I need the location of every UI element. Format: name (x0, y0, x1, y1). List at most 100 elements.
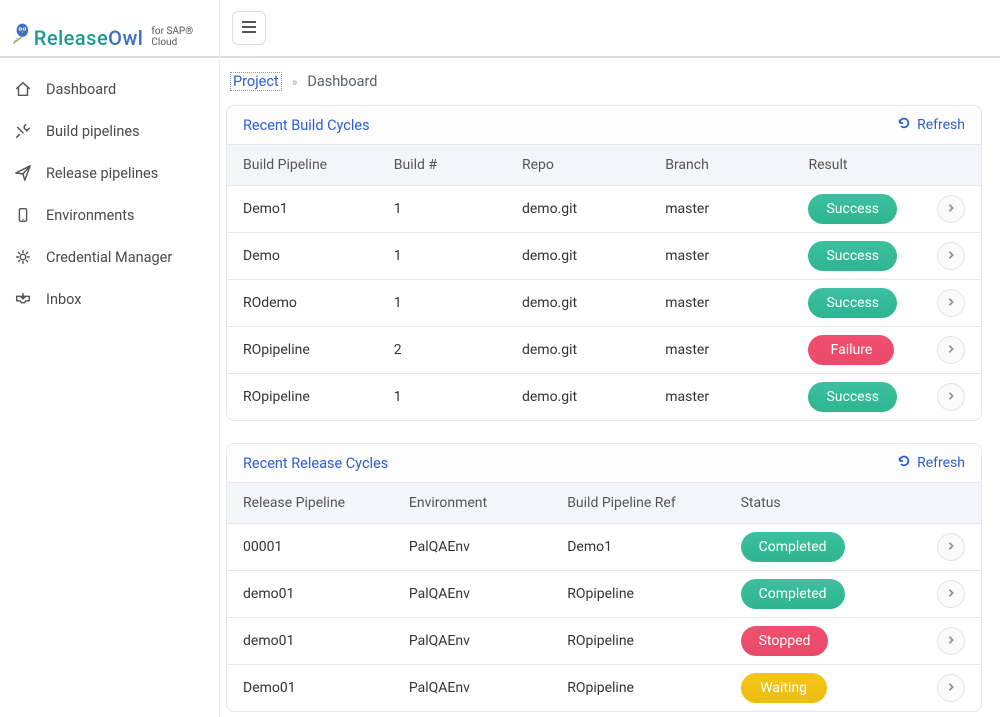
refresh-icon (897, 454, 911, 472)
row-details-button[interactable] (937, 195, 965, 223)
release-status-cell: Completed (725, 571, 921, 618)
build-col-header: Result (792, 145, 920, 186)
release-ref-cell: ROpipeline (551, 665, 724, 712)
breadcrumb-root-link[interactable]: Project (230, 72, 282, 91)
sidebar-item-build-pipelines[interactable]: Build pipelines (0, 110, 219, 152)
release-env-cell: PalQAEnv (393, 618, 551, 665)
build-pipeline-cell: Demo1 (227, 186, 378, 233)
sidebar-item-label: Dashboard (46, 81, 116, 98)
build-pipeline-cell: ROdemo (227, 280, 378, 327)
table-row: 00001PalQAEnvDemo1Completed (227, 524, 981, 571)
release-pipeline-cell: Demo01 (227, 665, 393, 712)
breadcrumb-separator-icon: » (292, 75, 298, 89)
build-repo-cell: demo.git (506, 233, 649, 280)
sidebar-nav: Dashboard Build pipelines Release pipeline… (0, 58, 219, 330)
row-details-button[interactable] (937, 627, 965, 655)
row-details-button[interactable] (937, 674, 965, 702)
panel-recent-builds: Recent Build Cycles Refresh Build Pipeli… (226, 105, 982, 421)
panel-recent-releases: Recent Release Cycles Refresh Release Pi… (226, 443, 982, 712)
table-row: Demo1demo.gitmaster Success (227, 233, 981, 280)
build-branch-cell: master (649, 280, 792, 327)
chevron-right-icon (947, 389, 955, 405)
home-icon (14, 80, 32, 98)
content-area: Project » Dashboard Recent Build Cycles … (220, 58, 1000, 717)
release-status-cell: Stopped (725, 618, 921, 665)
chevron-right-icon (947, 633, 955, 649)
status-badge: Waiting (741, 673, 827, 703)
status-badge: Success (808, 241, 897, 271)
build-repo-cell: demo.git (506, 374, 649, 421)
build-col-header: Repo (506, 145, 649, 186)
row-details-button[interactable] (937, 289, 965, 317)
build-repo-cell: demo.git (506, 280, 649, 327)
owl-icon (10, 22, 30, 50)
build-repo-cell: demo.git (506, 186, 649, 233)
release-pipeline-cell: demo01 (227, 571, 393, 618)
release-env-cell: PalQAEnv (393, 524, 551, 571)
sidebar-item-release-pipelines[interactable]: Release pipelines (0, 152, 219, 194)
device-icon (14, 206, 32, 224)
refresh-builds-button[interactable]: Refresh (897, 116, 965, 134)
build-branch-cell: master (649, 233, 792, 280)
sidebar-item-label: Build pipelines (46, 123, 140, 140)
brand-tagline: for SAP® Cloud (151, 26, 209, 48)
build-branch-cell: master (649, 327, 792, 374)
build-pipeline-cell: ROpipeline (227, 374, 378, 421)
sidebar-item-inbox[interactable]: Inbox (0, 278, 219, 320)
table-row: ROdemo1demo.gitmasterSuccess (227, 280, 981, 327)
build-number-cell: 1 (378, 233, 506, 280)
refresh-releases-button[interactable]: Refresh (897, 454, 965, 472)
panel-title-builds: Recent Build Cycles (243, 117, 370, 134)
table-row: demo01PalQAEnvROpipeline Completed (227, 571, 981, 618)
build-result-cell: Success (792, 374, 920, 421)
chevron-right-icon (947, 295, 955, 311)
sidebar-item-environments[interactable]: Environments (0, 194, 219, 236)
sidebar: ReleaseOwl for SAP® Cloud Dashboard Build… (0, 0, 220, 717)
status-badge: Completed (741, 579, 845, 609)
build-col-header: Branch (649, 145, 792, 186)
row-details-button[interactable] (937, 533, 965, 561)
build-pipeline-cell: Demo (227, 233, 378, 280)
send-icon (14, 164, 32, 182)
release-status-cell: Waiting (725, 665, 921, 712)
status-badge: Success (808, 382, 897, 412)
menu-toggle-button[interactable] (232, 11, 266, 45)
build-col-header: Build # (378, 145, 506, 186)
build-repo-cell: demo.git (506, 327, 649, 374)
row-details-button[interactable] (937, 336, 965, 364)
row-details-button[interactable] (937, 242, 965, 270)
hamburger-icon (241, 20, 257, 37)
status-badge: Failure (808, 335, 894, 365)
release-env-cell: PalQAEnv (393, 571, 551, 618)
release-col-header: Release Pipeline (227, 483, 393, 524)
builds-table: Build PipelineBuild #RepoBranchResult De… (227, 145, 981, 420)
build-branch-cell: master (649, 186, 792, 233)
sidebar-item-credential-manager[interactable]: Credential Manager (0, 236, 219, 278)
release-col-header: Environment (393, 483, 551, 524)
release-env-cell: PalQAEnv (393, 665, 551, 712)
refresh-label: Refresh (917, 455, 965, 471)
release-pipeline-cell: demo01 (227, 618, 393, 665)
refresh-label: Refresh (917, 117, 965, 133)
release-ref-cell: ROpipeline (551, 618, 724, 665)
row-details-button[interactable] (937, 383, 965, 411)
sidebar-item-dashboard[interactable]: Dashboard (0, 68, 219, 110)
sidebar-item-label: Release pipelines (46, 165, 158, 182)
row-details-button[interactable] (937, 580, 965, 608)
table-row: ROpipeline2demo.gitmasterFailure (227, 327, 981, 374)
build-number-cell: 1 (378, 280, 506, 327)
build-number-cell: 2 (378, 327, 506, 374)
breadcrumb: Project » Dashboard (226, 72, 982, 105)
sidebar-item-label: Inbox (46, 291, 81, 308)
release-ref-cell: ROpipeline (551, 571, 724, 618)
sidebar-item-label: Environments (46, 207, 135, 224)
brand-logo: ReleaseOwl for SAP® Cloud (0, 0, 219, 58)
build-col-header: Build Pipeline (227, 145, 378, 186)
build-number-cell: 1 (378, 186, 506, 233)
releases-table: Release PipelineEnvironmentBuild Pipelin… (227, 483, 981, 711)
tools-icon (14, 122, 32, 140)
chevron-right-icon (947, 539, 955, 555)
status-badge: Success (808, 194, 897, 224)
sidebar-item-label: Credential Manager (46, 249, 172, 266)
build-result-cell: Failure (792, 327, 920, 374)
